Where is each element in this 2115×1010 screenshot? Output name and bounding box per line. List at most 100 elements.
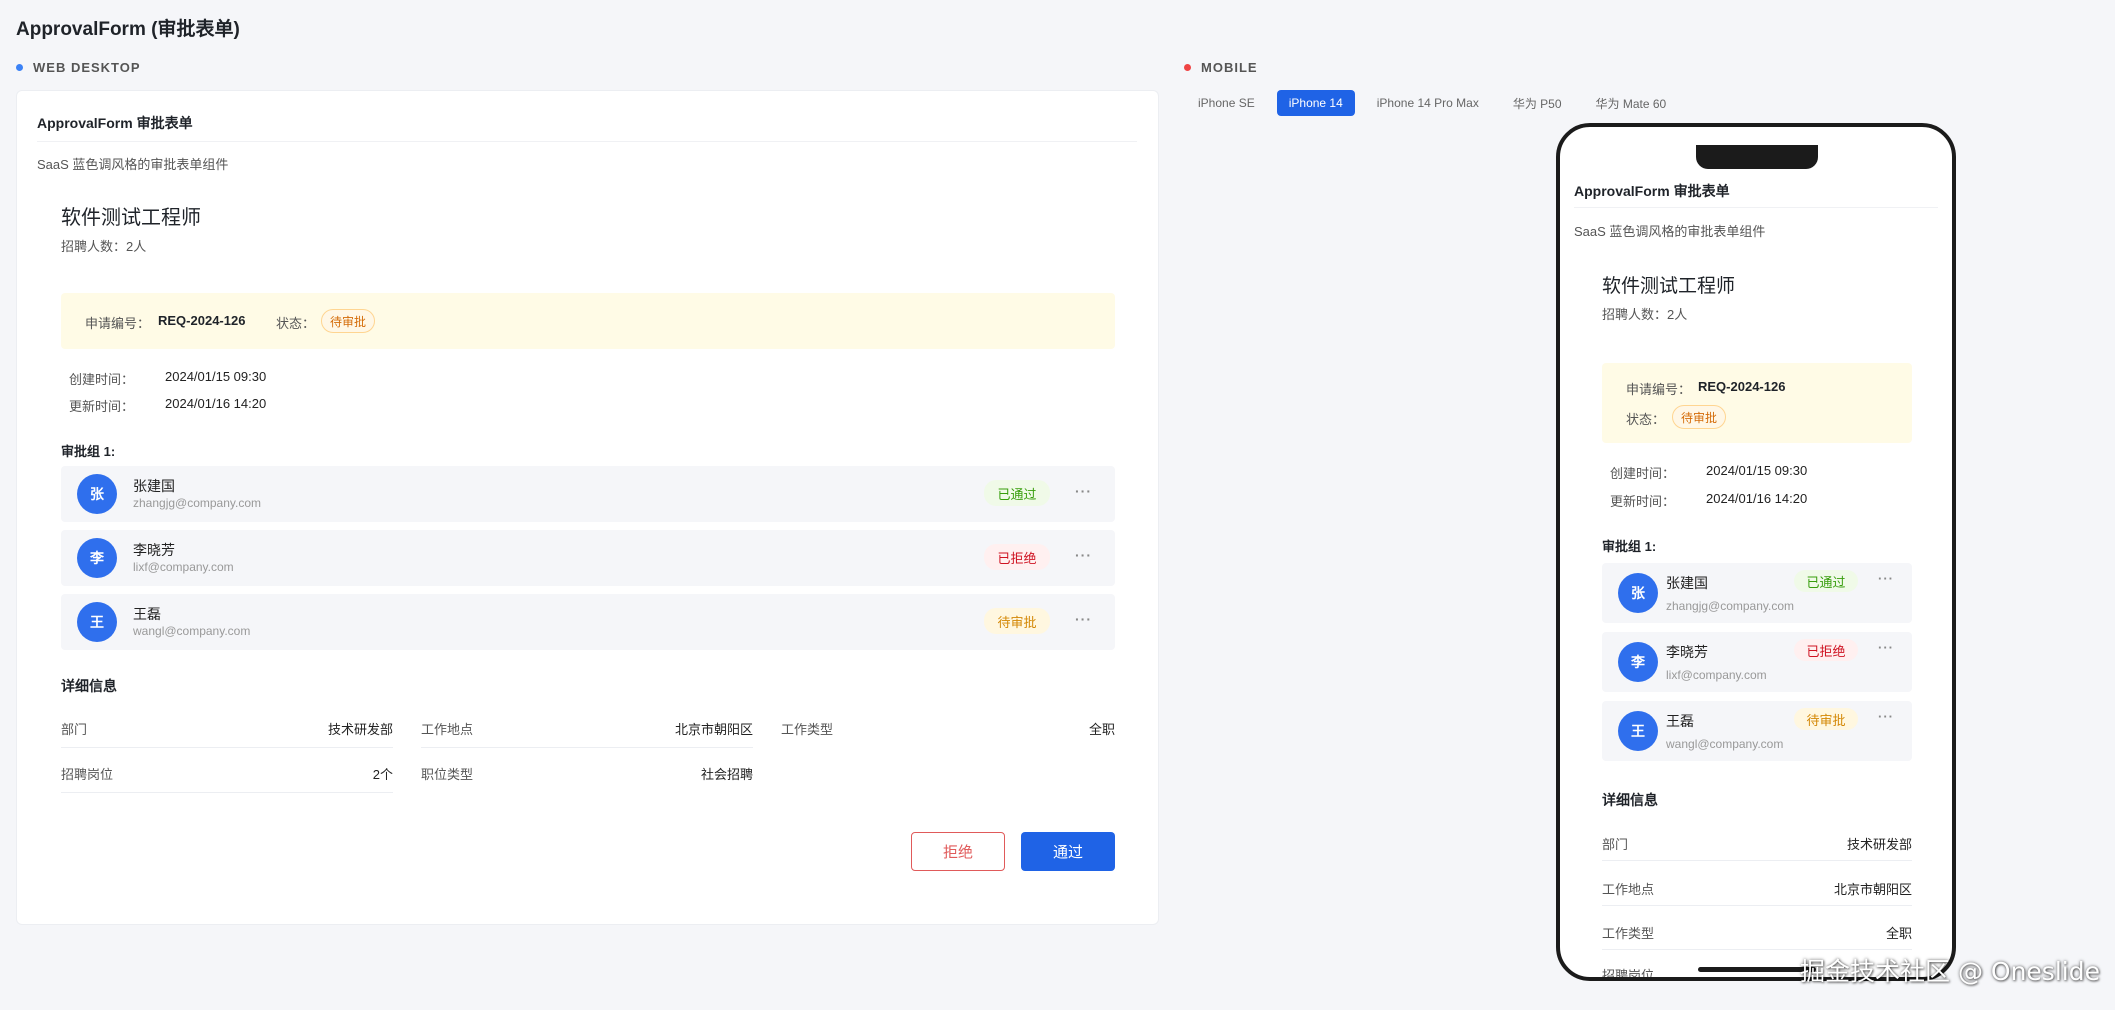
approver-row: 李 李晓芳 lixf@company.com 已拒绝 ···	[61, 530, 1115, 586]
approver-email: lixf@company.com	[1666, 668, 1767, 682]
request-id-label: 申请编号：	[1626, 382, 1692, 397]
detail-value: 社会招聘	[700, 767, 753, 782]
phone-notch	[1696, 145, 1818, 169]
detail-label: 招聘岗位	[1602, 968, 1655, 981]
approver-name: 张建国	[1666, 575, 1708, 591]
red-dot-icon	[1184, 64, 1191, 71]
detail-label: 部门	[61, 722, 88, 737]
approver-name: 王磊	[1666, 713, 1694, 729]
detail-label: 工作地点	[1602, 882, 1655, 897]
more-options-icon[interactable]: ···	[1075, 547, 1092, 563]
detail-value: 技术研发部	[327, 722, 393, 737]
more-options-icon[interactable]: ···	[1878, 709, 1894, 724]
updated-time-value: 2024/01/16 14:20	[165, 396, 267, 411]
job-title: 软件测试工程师	[1602, 276, 1736, 297]
avatar: 王	[77, 602, 117, 642]
approver-name: 张建国	[133, 478, 175, 494]
approval-group-title: 审批组 1:	[1602, 539, 1657, 554]
request-id-label: 申请编号：	[85, 316, 151, 331]
approver-row: 张 张建国 zhangjg@company.com 已通过 ···	[1602, 563, 1912, 623]
component-description: SaaS 蓝色调风格的审批表单组件	[37, 157, 229, 172]
approver-name: 李晓芳	[1666, 644, 1708, 660]
request-info-box: 申请编号： REQ-2024-126 状态： 待审批	[61, 293, 1115, 349]
approval-card: 软件测试工程师 招聘人数：2人 申请编号： REQ-2024-126 状态： 待…	[37, 181, 1137, 906]
updated-time-label: 更新时间：	[69, 399, 135, 414]
watermark: 掘金技术社区 @ Oneslide	[1800, 957, 2100, 986]
status-badge: 待审批	[321, 309, 375, 333]
details-title: 详细信息	[1602, 792, 1658, 808]
approver-status-badge: 已拒绝	[1794, 639, 1858, 661]
avatar: 张	[1618, 573, 1658, 613]
updated-time-value: 2024/01/16 14:20	[1706, 491, 1808, 506]
detail-label: 职位类型	[421, 767, 474, 782]
job-title: 软件测试工程师	[61, 207, 201, 229]
job-headcount: 招聘人数：2人	[1602, 307, 1688, 322]
approver-status-badge: 已通过	[984, 480, 1050, 506]
detail-label: 工作地点	[421, 722, 474, 737]
approver-status-badge: 待审批	[984, 608, 1050, 634]
approve-button[interactable]: 通过	[1021, 832, 1115, 871]
tab-huawei-p50[interactable]: 华为 P50	[1501, 90, 1574, 116]
status-label: 状态：	[1626, 412, 1666, 427]
device-tabs: iPhone SE iPhone 14 iPhone 14 Pro Max 华为…	[1186, 90, 1678, 116]
approver-status-badge: 待审批	[1794, 708, 1858, 730]
phone-home-indicator	[1698, 967, 1816, 972]
more-options-icon[interactable]: ···	[1878, 640, 1894, 655]
approver-email: lixf@company.com	[133, 560, 234, 574]
phone-frame: ApprovalForm 审批表单 SaaS 蓝色调风格的审批表单组件 软件测试…	[1556, 123, 1956, 981]
detail-value: 全职	[1885, 926, 1912, 941]
more-options-icon[interactable]: ···	[1878, 571, 1894, 586]
tab-iphone-14-pro-max[interactable]: iPhone 14 Pro Max	[1365, 90, 1491, 116]
request-info-box: 申请编号： REQ-2024-126 状态： 待审批	[1602, 363, 1912, 443]
created-time-label: 创建时间：	[1610, 466, 1676, 481]
detail-value: 全职	[1088, 722, 1115, 737]
detail-value: 北京市朝阳区	[674, 722, 753, 737]
more-options-icon[interactable]: ···	[1075, 611, 1092, 627]
details-title: 详细信息	[61, 678, 117, 694]
blue-dot-icon	[16, 64, 23, 71]
avatar: 李	[1618, 642, 1658, 682]
created-time-label: 创建时间：	[69, 372, 135, 387]
tab-huawei-mate-60[interactable]: 华为 Mate 60	[1584, 90, 1679, 116]
avatar: 李	[77, 538, 117, 578]
section-web-desktop: WEB DESKTOP	[16, 60, 141, 75]
desktop-preview-panel: ApprovalForm 审批表单 SaaS 蓝色调风格的审批表单组件 软件测试…	[16, 90, 1159, 925]
avatar: 王	[1618, 711, 1658, 751]
approver-name: 王磊	[133, 606, 161, 622]
approver-email: wangl@company.com	[133, 624, 251, 638]
detail-value: 技术研发部	[1846, 837, 1912, 852]
section-mobile-label: MOBILE	[1201, 60, 1258, 75]
detail-label: 工作类型	[781, 722, 834, 737]
approval-group-title: 审批组 1:	[61, 444, 116, 459]
component-title: ApprovalForm 审批表单	[1574, 183, 1730, 199]
approver-status-badge: 已通过	[1794, 570, 1858, 592]
updated-time-label: 更新时间：	[1610, 494, 1676, 509]
section-mobile: MOBILE	[1184, 60, 1258, 75]
approver-row: 李 李晓芳 lixf@company.com 已拒绝 ···	[1602, 632, 1912, 692]
detail-label: 招聘岗位	[61, 767, 114, 782]
status-badge: 待审批	[1672, 405, 1726, 429]
more-options-icon[interactable]: ···	[1075, 483, 1092, 499]
request-id-value: REQ-2024-126	[158, 313, 246, 328]
reject-button[interactable]: 拒绝	[911, 832, 1005, 871]
detail-label: 工作类型	[1602, 926, 1655, 941]
created-time-value: 2024/01/15 09:30	[1706, 463, 1808, 478]
approver-row: 王 王磊 wangl@company.com 待审批 ···	[61, 594, 1115, 650]
request-id-value: REQ-2024-126	[1698, 379, 1786, 394]
tab-iphone-14[interactable]: iPhone 14	[1276, 90, 1355, 116]
approver-name: 李晓芳	[133, 542, 175, 558]
approver-email: zhangjg@company.com	[133, 496, 262, 510]
job-headcount: 招聘人数：2人	[61, 239, 147, 254]
tab-iphone-se[interactable]: iPhone SE	[1186, 90, 1267, 116]
approver-status-badge: 已拒绝	[984, 544, 1050, 570]
section-web-label: WEB DESKTOP	[33, 60, 141, 75]
approver-row: 王 王磊 wangl@company.com 待审批 ···	[1602, 701, 1912, 761]
detail-value: 2个	[372, 767, 393, 782]
status-label: 状态：	[276, 316, 316, 331]
approver-row: 张 张建国 zhangjg@company.com 已通过 ···	[61, 466, 1115, 522]
created-time-value: 2024/01/15 09:30	[165, 369, 267, 384]
component-description: SaaS 蓝色调风格的审批表单组件	[1574, 224, 1766, 239]
detail-label: 部门	[1602, 837, 1629, 852]
approver-email: zhangjg@company.com	[1666, 599, 1795, 613]
component-title: ApprovalForm 审批表单	[37, 115, 193, 131]
